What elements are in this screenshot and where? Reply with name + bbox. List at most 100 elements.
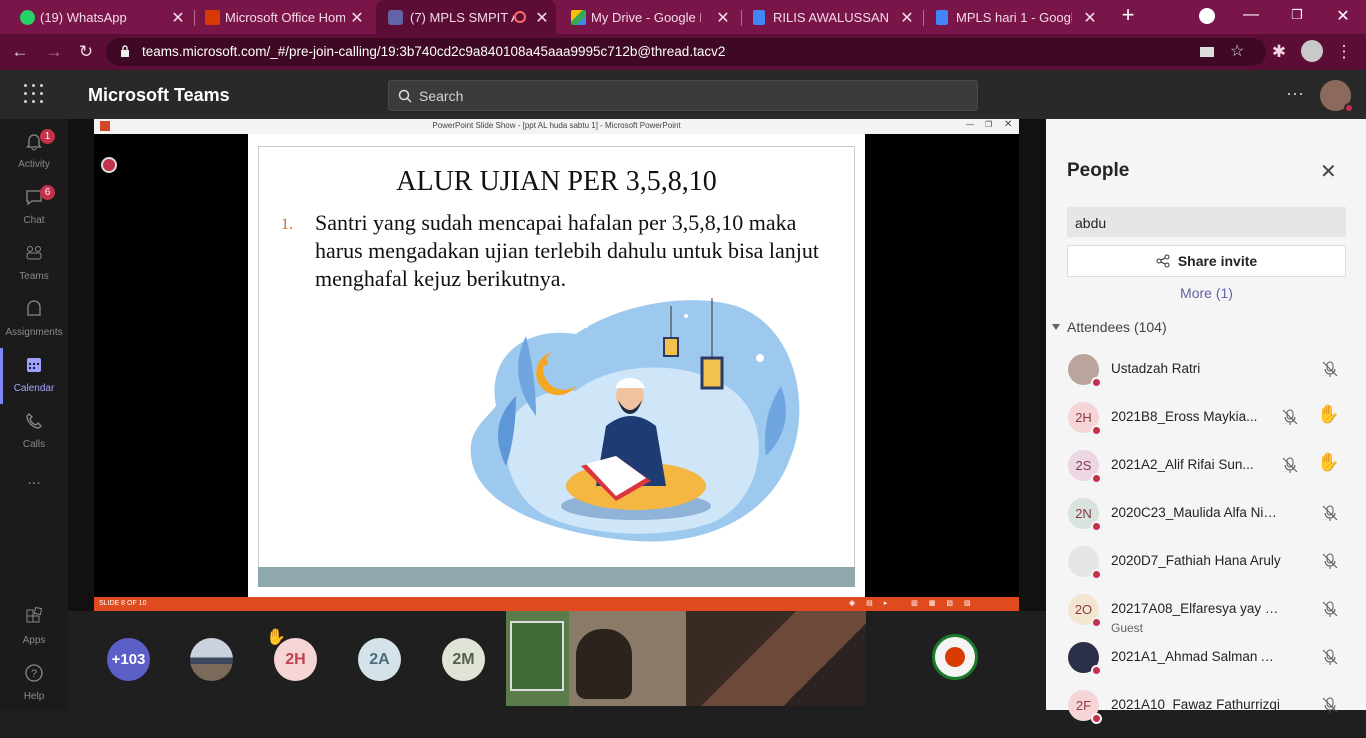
google-drive-icon — [571, 10, 586, 25]
profile-avatar[interactable] — [1301, 40, 1323, 62]
search-input[interactable]: Search — [388, 80, 978, 111]
rail-item-assignments[interactable]: Assignments — [0, 293, 68, 349]
participant-row[interactable]: 2020D7_Fathiah Hana Aruly — [1046, 546, 1366, 594]
busy-status-icon — [1344, 103, 1354, 113]
back-icon[interactable]: ← — [9, 42, 31, 62]
extensions-icon[interactable]: ✱ — [1268, 42, 1290, 62]
forward-icon[interactable]: → — [43, 42, 65, 62]
school-logo-image — [510, 621, 564, 691]
attendees-header[interactable]: Attendees (104) — [1067, 319, 1167, 335]
rail-item-calendar[interactable]: Calendar — [0, 349, 68, 405]
browser-tab-docs-rilis[interactable]: RILIS AWALUSSANAH ✕ — [753, 0, 915, 34]
mic-off-icon — [1322, 697, 1338, 713]
rail-item-chat[interactable]: 6 Chat — [0, 181, 68, 237]
participant-row[interactable]: 2H 2021B8_Eross Maykia... ✋ — [1046, 402, 1366, 450]
rail-more-icon[interactable]: ... — [0, 471, 68, 527]
participant-avatar[interactable] — [190, 638, 233, 681]
rail-item-calls[interactable]: Calls — [0, 405, 68, 461]
close-tab-icon[interactable]: ✕ — [170, 8, 186, 28]
tab-title: Microsoft Office Home — [225, 9, 345, 25]
people-search-input[interactable]: abdu — [1067, 207, 1346, 237]
participant-name: 2021A2_Alif Rifai Sun... — [1111, 457, 1254, 472]
teams-header: Microsoft Teams Search ··· — [0, 70, 1366, 119]
participant-video[interactable] — [506, 611, 686, 706]
browser-tab-drive[interactable]: My Drive - Google Drive ✕ — [571, 0, 731, 34]
slide-counter: SLIDE 8 OF 10 — [99, 600, 147, 607]
rail-item-apps[interactable]: Apps — [0, 601, 68, 657]
close-tab-icon[interactable]: ✕ — [534, 8, 550, 28]
more-link[interactable]: More (1) — [1067, 285, 1346, 301]
rail-label: Help — [23, 691, 45, 702]
rail-label: Activity — [18, 159, 50, 170]
tab-search-icon[interactable] — [1197, 8, 1217, 29]
address-bar[interactable]: teams.microsoft.com/_#/pre-join-calling/… — [106, 38, 1266, 66]
participant-avatar[interactable]: 2M — [442, 638, 485, 681]
participant-name: 20217A08_Elfaresya yay orq... — [1111, 601, 1281, 616]
participant-video[interactable] — [686, 611, 866, 706]
close-icon: ✕ — [1004, 119, 1013, 130]
browser-tab-teams[interactable]: (7) MPLS SMPIT AL ✕ — [376, 0, 556, 34]
chevron-down-icon[interactable] — [1052, 324, 1060, 330]
participant-row[interactable]: Ustadzah Ratri — [1046, 354, 1366, 402]
raised-hand-icon: ✋ — [1317, 452, 1340, 472]
close-tab-icon[interactable]: ✕ — [349, 8, 365, 28]
powerpoint-window-title: PowerPoint Slide Show - [ppt AL huda sab… — [432, 121, 681, 130]
recording-indicator-icon — [514, 11, 526, 23]
camera-icon[interactable] — [1200, 47, 1214, 57]
close-tab-icon[interactable]: ✕ — [1082, 8, 1098, 28]
mic-off-icon — [1322, 649, 1338, 665]
participant-row[interactable]: 2S 2021A2_Alif Rifai Sun... ✋ — [1046, 450, 1366, 498]
close-window-icon[interactable]: ✕ — [1333, 6, 1353, 26]
avatar-initials: 2F — [1075, 698, 1092, 713]
browser-tab-strip: (19) WhatsApp ✕ Microsoft Office Home ✕ … — [0, 0, 1366, 34]
user-avatar[interactable] — [1320, 80, 1354, 113]
help-icon: ? — [25, 664, 43, 682]
participant-row[interactable]: 2F 2021A10_Fawaz Fathurrizqi — [1046, 690, 1366, 738]
close-tab-icon[interactable]: ✕ — [715, 8, 731, 28]
browser-tab-office[interactable]: Microsoft Office Home ✕ — [205, 0, 365, 34]
tab-title: (19) WhatsApp — [40, 9, 127, 25]
participant-avatar-logo[interactable] — [932, 634, 978, 680]
busy-status-icon — [1091, 665, 1102, 676]
busy-status-icon — [1091, 377, 1102, 388]
rail-label: Assignments — [5, 327, 63, 338]
search-icon — [398, 89, 412, 103]
slide-footer-band — [258, 567, 855, 587]
slide-body-text: Santri yang sudah mencapai hafalan per 3… — [315, 210, 820, 291]
reload-icon[interactable]: ↻ — [75, 42, 97, 62]
close-icon[interactable]: ✕ — [1320, 159, 1337, 184]
participant-row[interactable]: 2N 2020C23_Maulida Alfa Nisrina — [1046, 498, 1366, 546]
rail-label: Chat — [23, 215, 45, 226]
close-tab-icon[interactable]: ✕ — [899, 8, 915, 28]
rail-label: Calendar — [13, 383, 55, 394]
busy-status-icon — [1091, 521, 1102, 532]
browser-tab-docs-mpls[interactable]: MPLS hari 1 - Google Docs ✕ — [936, 0, 1098, 34]
overflow-participants-button[interactable]: +103 — [107, 638, 150, 681]
app-launcher-icon[interactable] — [24, 84, 44, 104]
rail-item-teams[interactable]: Teams — [0, 237, 68, 293]
minimize-icon[interactable]: — — [1241, 6, 1261, 24]
chrome-menu-icon[interactable]: ⋮ — [1333, 42, 1355, 62]
restore-icon[interactable]: ❐ — [1287, 7, 1307, 23]
participant-row[interactable]: 2021A1_Ahmad Salman Abd... — [1046, 642, 1366, 690]
rail-item-activity[interactable]: 1 Activity — [0, 125, 68, 181]
participant-avatar[interactable]: 2A — [358, 638, 401, 681]
rail-label: Apps — [22, 635, 46, 646]
search-placeholder: Search — [419, 88, 464, 104]
participant-name: 2020D7_Fathiah Hana Aruly — [1111, 553, 1281, 568]
participant-name: Ustadzah Ratri — [1111, 361, 1201, 376]
participant-row[interactable]: 2O 20217A08_Elfaresya yay orq... Guest — [1046, 594, 1366, 642]
share-invite-button[interactable]: Share invite — [1067, 245, 1346, 277]
browser-tab-whatsapp[interactable]: (19) WhatsApp ✕ — [20, 0, 186, 34]
mic-off-icon — [1322, 601, 1338, 617]
lock-icon — [121, 45, 129, 57]
star-icon[interactable]: ☆ — [1230, 41, 1244, 61]
participant-avatar: 2O — [1068, 594, 1102, 628]
new-tab-button[interactable]: + — [1118, 2, 1138, 28]
share-invite-label: Share invite — [1177, 253, 1258, 269]
mic-off-icon — [1322, 505, 1338, 521]
rail-item-help[interactable]: ? Help — [0, 657, 68, 713]
settings-more-icon[interactable]: ··· — [1286, 83, 1304, 104]
raised-hand-icon: ✋ — [266, 629, 286, 646]
tab-title: (7) MPLS SMPIT AL — [410, 9, 514, 25]
